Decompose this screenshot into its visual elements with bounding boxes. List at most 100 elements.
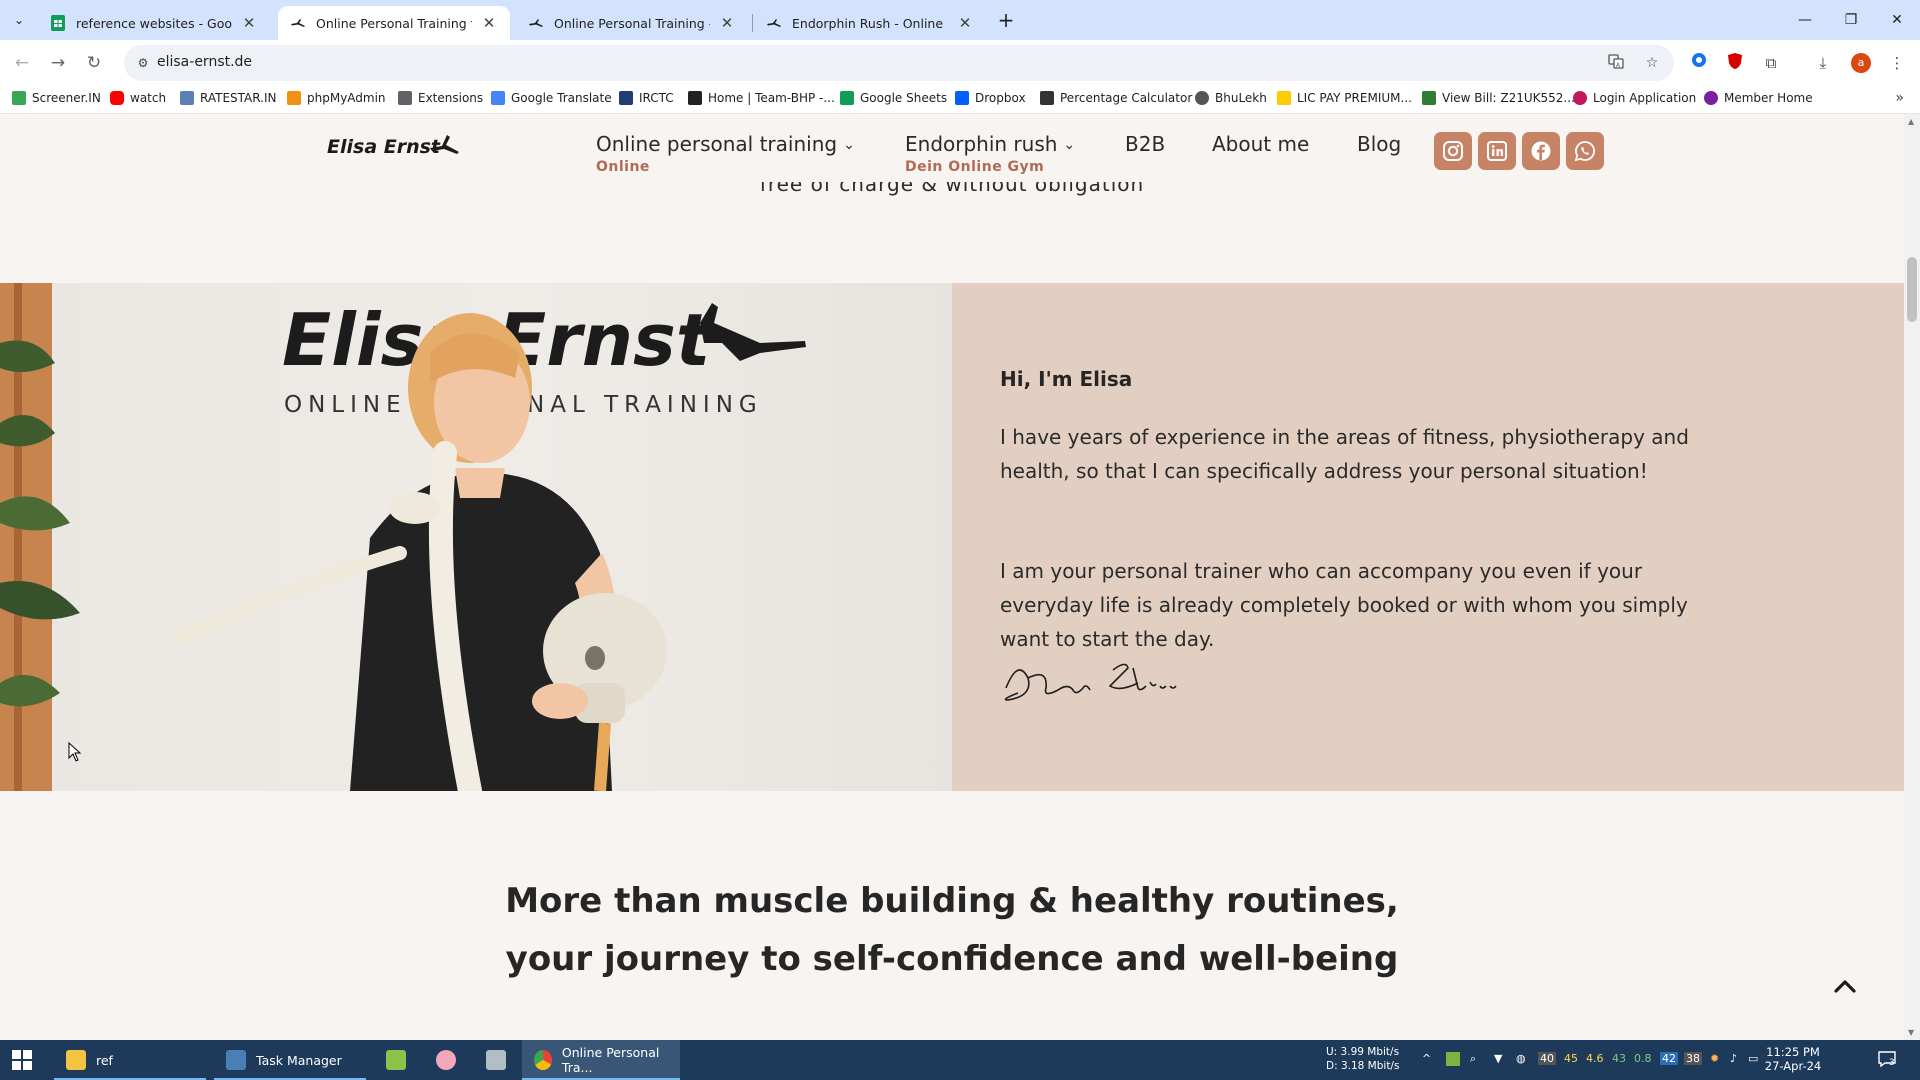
url-text[interactable]: elisa-ernst.de — [157, 54, 252, 70]
tab-endorphin-rush[interactable]: Endorphin Rush - Online Person ✕ — [754, 6, 986, 40]
bookmark-label: Google Sheets — [860, 91, 948, 105]
bookmarks-overflow-icon[interactable]: » — [1895, 90, 1904, 106]
bookmark-lic[interactable]: LIC PAY PREMIUM... — [1277, 91, 1412, 105]
bookmark-login-application[interactable]: Login Application — [1573, 91, 1696, 105]
extension-blue-icon[interactable] — [1688, 52, 1710, 74]
nav-online-personal-training[interactable]: Online personal training ⌄ — [596, 132, 855, 156]
tab-reference-websites[interactable]: reference websites - Google Sh ✕ — [38, 6, 270, 40]
bookmark-bhulekh[interactable]: BhuLekh — [1195, 91, 1267, 105]
scrollbar-thumb[interactable] — [1907, 257, 1917, 322]
star-icon — [180, 91, 194, 105]
tab-online-personal-training-elisa[interactable]: Online Personal Training - Elisa ✕ — [516, 6, 748, 40]
member-icon — [1704, 91, 1718, 105]
facebook-icon — [1531, 141, 1551, 161]
download-speed: D: 3.18 Mbit/s — [1326, 1060, 1400, 1072]
taskbar-app-pink[interactable] — [424, 1040, 466, 1080]
action-center-icon[interactable]: 3 — [1876, 1050, 1898, 1070]
bookmark-extensions[interactable]: Extensions — [398, 91, 483, 105]
tray-weather-icon[interactable]: ✹ — [1710, 1052, 1719, 1065]
bookmark-view-bill[interactable]: View Bill: Z21UK552... — [1422, 91, 1575, 105]
bookmark-team-bhp[interactable]: Home | Team-BHP -... — [688, 91, 835, 105]
whatsapp-button[interactable] — [1566, 132, 1604, 170]
close-icon[interactable]: ✕ — [480, 14, 498, 32]
translate-icon — [491, 91, 505, 105]
bookmark-label: Screener.IN — [32, 91, 101, 105]
bill-icon — [1422, 91, 1436, 105]
folder-icon — [66, 1050, 86, 1070]
close-icon[interactable]: ✕ — [718, 14, 736, 32]
bookmark-member-home[interactable]: Member Home — [1704, 91, 1813, 105]
tray-globe-icon[interactable]: ◍ — [1516, 1052, 1526, 1065]
google-sheets-icon — [50, 15, 66, 31]
translate-icon[interactable]: A — [1606, 53, 1626, 73]
tray-search-icon[interactable]: ⌕ — [1470, 1052, 1476, 1066]
nav-sub-online-gym[interactable]: Dein Online Gym — [905, 159, 1044, 175]
system-clock[interactable]: 11:25 PM 27-Apr-24 — [1758, 1045, 1828, 1073]
site-info-icon[interactable]: ⚙ — [134, 54, 152, 72]
bookmark-star-icon[interactable]: ☆ — [1642, 53, 1662, 73]
scroll-down-arrow-icon[interactable]: ▼ — [1908, 1028, 1914, 1037]
bar-chart-icon — [12, 91, 26, 105]
linkedin-button[interactable] — [1478, 132, 1516, 170]
nav-endorphin-rush[interactable]: Endorphin rush ⌄ — [905, 132, 1075, 156]
tab-title: Endorphin Rush - Online Person — [792, 15, 948, 31]
signature-image — [1004, 663, 1177, 701]
nav-sub-online[interactable]: Online — [596, 159, 650, 175]
tab-search-button[interactable]: ⌄ — [8, 9, 30, 31]
profile-avatar[interactable]: a — [1851, 53, 1871, 73]
taskbar-app-ref[interactable]: ref — [54, 1040, 206, 1080]
page-scrollbar[interactable]: ▲ ▼ — [1904, 114, 1920, 1040]
instagram-button[interactable] — [1434, 132, 1472, 170]
menu-kebab-icon[interactable]: ⋮ — [1886, 52, 1908, 74]
bookmark-label: watch — [130, 91, 167, 105]
tray-shield-icon[interactable]: ▼ — [1494, 1052, 1502, 1065]
minimize-button[interactable]: — — [1782, 0, 1828, 40]
taskbar-app-notepad[interactable] — [374, 1040, 416, 1080]
network-speed-meter: U: 3.99 Mbit/s D: 3.18 Mbit/s — [1326, 1045, 1399, 1073]
tray-expand-icon[interactable]: ^ — [1422, 1052, 1431, 1065]
taskbar-app-label: Online Personal Tra... — [561, 1045, 660, 1075]
taskbar-app-task-manager[interactable]: Task Manager — [214, 1040, 366, 1080]
taskbar-app-doc[interactable] — [474, 1040, 516, 1080]
close-icon[interactable]: ✕ — [956, 14, 974, 32]
forward-button[interactable]: → — [44, 49, 72, 77]
about-paragraph-2: I am your personal trainer who can accom… — [1000, 559, 1688, 651]
bookmark-percentage-calculator[interactable]: Percentage Calculator — [1040, 91, 1192, 105]
bookmark-phpmyadmin[interactable]: phpMyAdmin — [287, 91, 386, 105]
close-window-button[interactable]: ✕ — [1874, 0, 1920, 40]
nav-blog[interactable]: Blog — [1357, 132, 1401, 156]
restore-button[interactable]: ❐ — [1828, 0, 1874, 40]
nav-b2b[interactable]: B2B — [1125, 132, 1165, 156]
back-button[interactable]: ← — [8, 49, 36, 77]
tray-app-icon[interactable] — [1446, 1052, 1460, 1066]
windows-start-icon[interactable] — [12, 1050, 32, 1070]
bookmark-google-sheets[interactable]: Google Sheets — [840, 91, 947, 105]
ublock-shield-icon[interactable] — [1724, 52, 1746, 74]
bookmark-dropbox[interactable]: Dropbox — [955, 91, 1026, 105]
bookmark-watch[interactable]: watch — [110, 91, 166, 105]
close-icon[interactable]: ✕ — [240, 14, 258, 32]
site-logo[interactable]: Elisa Ernst — [327, 136, 440, 158]
bookmark-label: Login Application — [1593, 91, 1697, 105]
scroll-up-arrow-icon[interactable]: ▲ — [1908, 117, 1914, 126]
logo-gymnast-icon[interactable] — [429, 132, 461, 158]
tab-online-personal-training[interactable]: Online Personal Training for Wo ✕ — [278, 6, 510, 40]
taskbar-app-chrome[interactable]: Online Personal Tra... — [522, 1040, 680, 1080]
facebook-button[interactable] — [1522, 132, 1560, 170]
bookmark-screener[interactable]: Screener.IN — [12, 91, 101, 105]
network-icon[interactable]: ▭ — [1748, 1052, 1758, 1065]
tray-load-value: 4.6 — [1586, 1052, 1604, 1065]
download-icon[interactable]: ⤓ — [1812, 52, 1834, 74]
scroll-to-top-icon[interactable] — [1830, 972, 1860, 1002]
address-bar[interactable]: ⚙ elisa-ernst.de A ☆ — [124, 45, 1674, 81]
bookmark-ratestar[interactable]: RATESTAR.IN — [180, 91, 277, 105]
extensions-puzzle-icon[interactable]: ⧉ — [1760, 52, 1782, 74]
tray-mem-value: 38 — [1684, 1052, 1702, 1065]
nav-about-me[interactable]: About me — [1212, 132, 1309, 156]
bookmark-google-translate[interactable]: Google Translate — [491, 91, 612, 105]
reload-button[interactable]: ↻ — [80, 49, 108, 77]
volume-icon[interactable]: ♪ — [1730, 1052, 1737, 1065]
document-icon — [486, 1050, 506, 1070]
bookmark-irctc[interactable]: IRCTC — [619, 91, 674, 105]
new-tab-button[interactable]: + — [994, 7, 1018, 33]
